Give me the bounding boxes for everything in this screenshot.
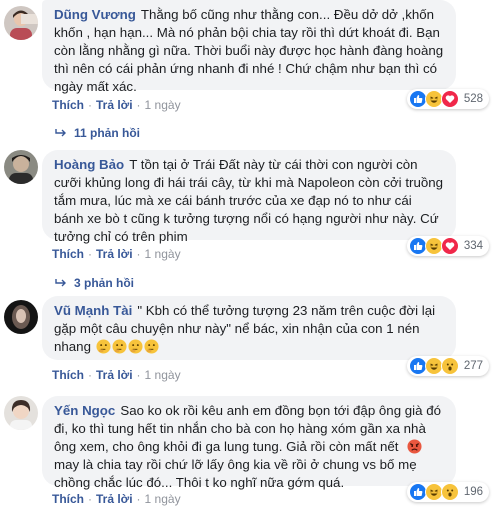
separator: · [136,247,141,261]
comment-bubble: Yến Ngọc Sao ko ok rồi kêu anh em đồng bọ… [42,396,456,490]
reply-arrow-icon [55,129,66,137]
reply-link[interactable]: Trả lời [96,368,133,382]
separator: · [136,98,141,112]
love-reaction-icon [440,237,459,255]
view-replies-link[interactable]: 11 phản hồi [54,126,140,140]
timestamp[interactable]: 1 ngày [145,98,181,112]
separator: · [136,368,141,382]
comment-bubble: Hoàng Bảo T tồn tại ở Trái Đất này từ cái… [42,150,456,244]
like-link[interactable]: Thích [52,492,84,506]
timestamp[interactable]: 1 ngày [145,368,181,382]
reply-arrow-icon [55,279,66,287]
comment-author[interactable]: Dũng Vương [54,7,136,22]
thinking-emoji-icon [91,339,159,354]
separator: · [88,492,92,506]
reaction-count: 277 [463,360,483,372]
angry-emoji-icon [398,439,422,454]
avatar[interactable] [4,300,38,334]
comment-author[interactable]: Hoàng Bảo [54,157,124,172]
separator: · [88,368,92,382]
separator: · [88,98,92,112]
like-link[interactable]: Thích [52,98,84,112]
comment-author[interactable]: Yến Ngọc [54,403,115,418]
separator: · [88,247,92,261]
love-reaction-icon [440,90,459,108]
reaction-count: 196 [463,486,483,498]
reaction-summary[interactable]: 277 [406,356,489,376]
reaction-summary[interactable]: 528 [406,89,489,109]
comment-text-part2: may là chia tay rồi chứ lỡ lấy ông kia v… [54,457,417,490]
replies-count[interactable]: 11 phản hồi [74,126,140,140]
comment-bubble: Dũng Vương Thằng bố cũng như thằng con...… [42,0,456,94]
reply-link[interactable]: Trả lời [96,247,133,261]
wow-reaction-icon [440,483,459,501]
reaction-summary[interactable]: 196 [406,482,489,502]
separator: · [136,492,141,506]
reply-link[interactable]: Trả lời [96,98,133,112]
avatar[interactable] [4,150,38,184]
comment-actions: Thích · Trả lời · 1 ngày [52,247,181,261]
reaction-count: 528 [463,93,483,105]
like-link[interactable]: Thích [52,368,84,382]
timestamp[interactable]: 1 ngày [145,492,181,506]
avatar[interactable] [4,396,38,430]
view-replies-link[interactable]: 3 phản hồi [54,276,134,290]
comment-feed: Dũng Vương Thằng bố cũng như thằng con...… [0,0,493,508]
comment-actions: Thích · Trả lời · 1 ngày [52,98,181,112]
reaction-summary[interactable]: 334 [406,236,489,256]
avatar[interactable] [4,6,38,40]
reaction-count: 334 [463,240,483,252]
comment-author[interactable]: Vũ Mạnh Tài [54,303,132,318]
timestamp[interactable]: 1 ngày [145,247,181,261]
comment-bubble: Vũ Mạnh Tài " Kbh có thể tưởng tượng 23 n… [42,296,456,360]
comment-actions: Thích · Trả lời · 1 ngày [52,368,181,382]
replies-count[interactable]: 3 phản hồi [74,276,134,290]
wow-reaction-icon [440,357,459,375]
reply-link[interactable]: Trả lời [96,492,133,506]
comment-actions: Thích · Trả lời · 1 ngày [52,492,181,506]
like-link[interactable]: Thích [52,247,84,261]
